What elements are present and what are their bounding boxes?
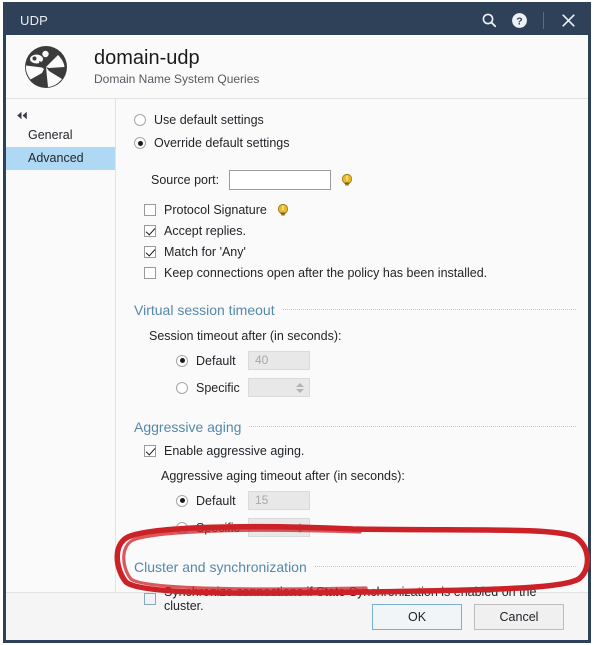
radio-label: Default (196, 493, 236, 508)
section-virtual-session-timeout: Virtual session timeout (134, 302, 576, 318)
radio-label: Specific (196, 520, 240, 535)
section-cluster-and-synchronization: Cluster and synchronization (134, 559, 576, 575)
radio-session-timeout-specific[interactable]: Specific (176, 378, 576, 397)
radio-label: Specific (196, 380, 240, 395)
stepper-arrows-icon[interactable] (296, 522, 304, 533)
radio-indicator (176, 521, 188, 534)
checkbox-match-for-any[interactable]: Match for 'Any' (144, 245, 576, 259)
checkbox-indicator (144, 246, 156, 258)
window-title: UDP (20, 12, 49, 28)
checkbox-label: Accept replies. (164, 224, 246, 238)
checkbox-synchronize-connections[interactable]: Synchronize connections if State Synchro… (144, 585, 576, 613)
radio-aggressive-aging-default[interactable]: Default 15 (176, 491, 576, 510)
radio-indicator (134, 114, 146, 126)
svg-text:?: ? (516, 15, 522, 27)
source-port-input[interactable] (229, 170, 332, 190)
checkbox-protocol-signature[interactable]: Protocol Signature (144, 203, 576, 217)
stepper-down-icon[interactable] (296, 388, 304, 393)
session-timeout-default-value: 40 (248, 351, 310, 370)
radio-label: Use default settings (154, 113, 264, 127)
stepper-up-icon[interactable] (296, 522, 304, 527)
title-bar-divider (543, 11, 544, 29)
section-title: Aggressive aging (134, 419, 242, 435)
checkbox-label: Protocol Signature (164, 203, 267, 217)
section-title: Cluster and synchronization (134, 559, 307, 575)
radio-use-default-settings[interactable]: Use default settings (134, 113, 576, 127)
radio-indicator (176, 381, 188, 394)
protocol-options-list: Protocol Signature Accept replies. Match… (144, 203, 576, 280)
section-divider (314, 565, 576, 567)
dns-globe-icon (20, 41, 72, 93)
sidebar-item-label: General (28, 128, 73, 142)
sidebar-item-label: Advanced (28, 151, 84, 165)
checkbox-indicator (144, 593, 156, 605)
checkbox-indicator (144, 267, 156, 279)
section-divider (249, 425, 576, 427)
page-subtitle: Domain Name System Queries (94, 72, 260, 86)
sidebar-item-general[interactable]: General (6, 124, 115, 147)
source-port-label: Source port: (151, 173, 220, 187)
sidebar: General Advanced (6, 99, 116, 592)
dialog-body: General Advanced Use default settings Ov… (6, 99, 588, 613)
radio-label: Default (196, 353, 236, 368)
title-bar-actions: ? (479, 10, 578, 30)
session-timeout-specific-stepper[interactable] (248, 378, 310, 397)
checkbox-label: Synchronize connections if State Synchro… (164, 585, 537, 613)
stepper-down-icon[interactable] (296, 528, 304, 533)
checkbox-accept-replies[interactable]: Accept replies. (144, 224, 576, 238)
radio-session-timeout-default[interactable]: Default 40 (176, 351, 576, 370)
advanced-settings-panel: Use default settings Override default se… (116, 99, 588, 613)
lightbulb-icon[interactable] (276, 203, 290, 217)
double-chevron-left-icon[interactable] (6, 106, 115, 124)
sidebar-item-advanced[interactable]: Advanced (6, 147, 115, 170)
aggressive-aging-specific-stepper[interactable] (248, 518, 310, 537)
aggressive-aging-default-value: 15 (248, 491, 310, 510)
stepper-up-icon[interactable] (296, 382, 304, 387)
checkbox-keep-connections-open[interactable]: Keep connections open after the policy h… (144, 266, 576, 280)
checkbox-indicator (144, 445, 156, 457)
search-icon[interactable] (479, 10, 499, 30)
source-port-row: Source port: (151, 170, 576, 190)
title-bar: UDP ? (6, 5, 588, 35)
checkbox-indicator (144, 204, 156, 216)
dialog-window: UDP ? domain-udp Domain Name System Quer… (3, 2, 591, 643)
section-divider (282, 308, 576, 310)
aggressive-aging-timeout-label: Aggressive aging timeout after (in secon… (161, 469, 405, 483)
checkbox-label: Match for 'Any' (164, 245, 246, 259)
stepper-arrows-icon[interactable] (296, 382, 304, 393)
radio-indicator (134, 137, 146, 149)
section-aggressive-aging: Aggressive aging (134, 419, 576, 435)
close-icon[interactable] (558, 10, 578, 30)
page-title: domain-udp (94, 47, 200, 69)
lightbulb-icon[interactable] (340, 173, 354, 187)
radio-label: Override default settings (154, 136, 290, 150)
checkbox-label: Keep connections open after the policy h… (164, 266, 488, 280)
checkbox-label: Enable aggressive aging. (164, 444, 305, 458)
section-title: Virtual session timeout (134, 302, 275, 318)
radio-override-default-settings[interactable]: Override default settings (134, 136, 576, 150)
radio-aggressive-aging-specific[interactable]: Specific (176, 518, 576, 537)
checkbox-indicator (144, 225, 156, 237)
radio-indicator (176, 494, 188, 507)
session-timeout-label: Session timeout after (in seconds): (149, 329, 342, 343)
radio-indicator (176, 354, 188, 367)
help-icon[interactable]: ? (509, 10, 529, 30)
object-header: domain-udp Domain Name System Queries (6, 35, 588, 99)
object-header-text: domain-udp Domain Name System Queries (94, 47, 259, 86)
checkbox-enable-aggressive-aging[interactable]: Enable aggressive aging. (144, 444, 576, 458)
